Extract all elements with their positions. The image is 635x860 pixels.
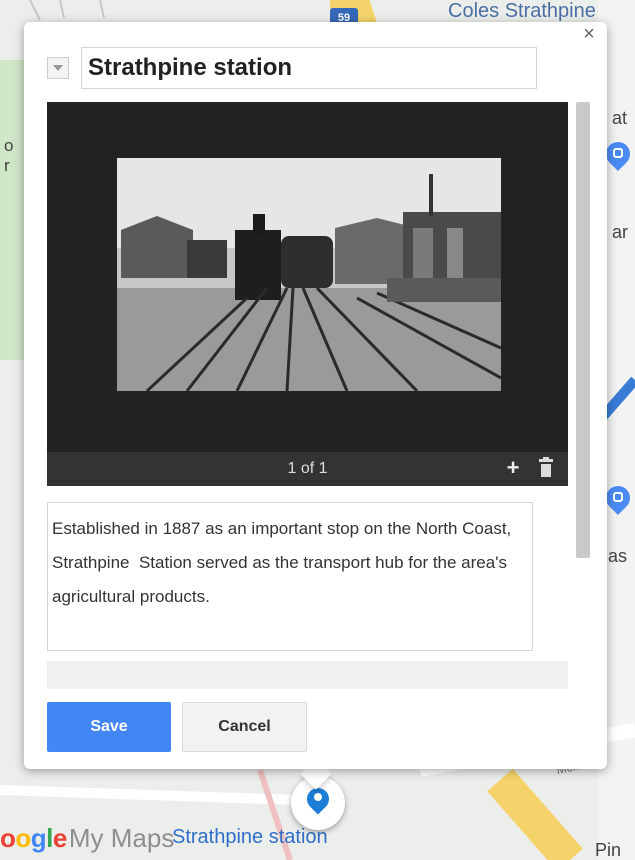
media-viewer: 1 of 1 + xyxy=(47,102,568,486)
map-label-pin: Pin xyxy=(595,840,622,860)
close-icon[interactable]: × xyxy=(579,24,599,44)
map-label-coles: Coles Strathpine xyxy=(448,0,596,22)
cancel-button[interactable]: Cancel xyxy=(182,702,307,752)
title-row xyxy=(47,47,537,89)
poi-marker-icon[interactable] xyxy=(601,481,635,520)
chevron-down-icon xyxy=(53,65,63,71)
media-counter: 1 of 1 xyxy=(287,460,328,477)
title-input[interactable] xyxy=(81,47,537,89)
save-button[interactable]: Save xyxy=(47,702,171,752)
add-media-button[interactable]: + xyxy=(502,455,524,481)
station-photo[interactable] xyxy=(117,158,501,391)
map-label-left-2: r xyxy=(4,156,10,175)
description-textarea[interactable]: Established in 1887 as an important stop… xyxy=(47,502,533,651)
details-bar xyxy=(47,661,568,689)
my-maps-logo-text: My Maps xyxy=(68,822,175,853)
poi-marker-icon[interactable] xyxy=(601,137,635,176)
map-label-side-3: as xyxy=(608,546,628,566)
google-my-maps-branding: oogle My Maps xyxy=(0,818,174,858)
style-dropdown-button[interactable] xyxy=(47,57,69,79)
google-logo: oogle xyxy=(0,822,67,853)
scrollbar-thumb[interactable] xyxy=(576,102,590,558)
map-label-side-2: ar xyxy=(612,222,629,242)
station-photo-image xyxy=(117,158,501,391)
map-label-side-1: at xyxy=(612,108,628,128)
map-label-left-1: o xyxy=(4,136,14,155)
trash-icon[interactable] xyxy=(539,457,553,477)
media-toolbar: 1 of 1 + xyxy=(47,452,568,486)
